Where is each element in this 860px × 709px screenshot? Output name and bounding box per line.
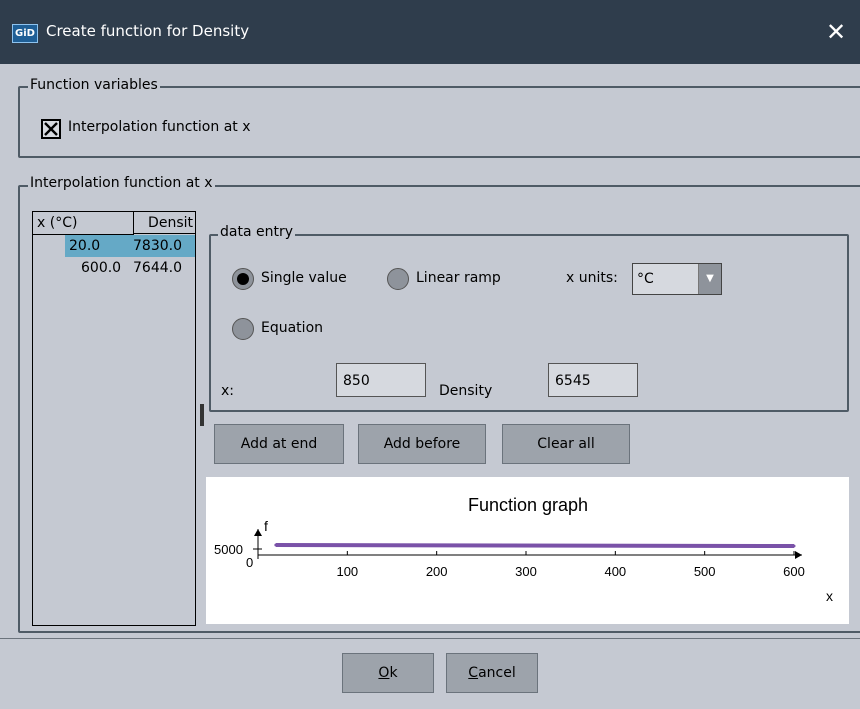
splitter-handle[interactable] (200, 404, 204, 426)
density-input[interactable]: 6545 (548, 363, 638, 397)
density-field-label: Density (439, 383, 493, 399)
x-tick-label: 100 (336, 564, 358, 579)
table-row-1-x[interactable]: 20.0 (69, 235, 100, 257)
series-point (274, 543, 278, 547)
column-header-density[interactable]: Densit (134, 212, 195, 234)
close-icon[interactable]: ✕ (814, 12, 858, 52)
add-before-label: Add before (383, 436, 461, 452)
y-axis-label: f (264, 518, 268, 534)
column-header-x[interactable]: x (°C) (33, 212, 134, 235)
x-tick-label: 200 (426, 564, 448, 579)
x-tick-label: 400 (604, 564, 626, 579)
clear-all-label: Clear all (537, 436, 595, 452)
ok-button[interactable]: Ok (342, 653, 434, 693)
cancel-button[interactable]: Cancel (446, 653, 538, 693)
single-value-label: Single value (261, 270, 347, 286)
cancel-accel: C (468, 665, 479, 681)
linear-ramp-label: Linear ramp (416, 270, 501, 286)
y-tick-label: 5000 (214, 542, 243, 557)
y-axis-arrow (254, 529, 262, 536)
x-axis-label: x (826, 588, 833, 604)
x-field-label: x: (221, 383, 235, 399)
function-graph: Function graph f x 5000 0 100 200 300 400 50… (206, 477, 849, 624)
equation-label: Equation (261, 320, 324, 336)
add-at-end-label: Add at end (240, 436, 318, 452)
x-units-value: °C (637, 271, 654, 287)
x-tick-label: 500 (694, 564, 716, 579)
table-row-2-x[interactable]: 600.0 (81, 257, 121, 279)
check-x-icon (44, 122, 58, 136)
title-bar: GiD Create function for Density ✕ (0, 0, 860, 64)
ok-accel: O (378, 665, 390, 681)
add-before-button[interactable]: Add before (358, 424, 486, 464)
origin-label: 0 (246, 555, 253, 570)
chevron-down-icon[interactable]: ▼ (698, 264, 721, 294)
clear-all-button[interactable]: Clear all (502, 424, 630, 464)
footer-separator (0, 638, 860, 639)
add-at-end-button[interactable]: Add at end (214, 424, 344, 464)
function-variables-legend: Function variables (28, 77, 160, 93)
ok-label-rest: k (389, 665, 398, 681)
chart-title: Function graph (468, 495, 588, 515)
x-tick-label: 300 (515, 564, 537, 579)
interpolation-legend: Interpolation function at x (28, 175, 215, 191)
series-line (275, 543, 795, 548)
values-table[interactable]: x (°C) Densit 20.0 7830.0 600.0 7644.0 (32, 211, 196, 626)
cancel-label-rest: ancel (478, 665, 516, 681)
x-units-label: x units: (566, 270, 618, 286)
interpolation-checkbox-label: Interpolation function at x (68, 119, 251, 135)
chart-series (274, 543, 796, 548)
gid-app-icon: GiD (12, 24, 38, 43)
data-entry-legend: data entry (218, 224, 296, 240)
series-point (792, 544, 796, 548)
x-units-dropdown[interactable]: °C ▼ (632, 263, 722, 295)
table-row-1-value[interactable]: 7830.0 (133, 235, 182, 257)
x-tick-label: 600 (783, 564, 805, 579)
x-input[interactable]: 850 (336, 363, 426, 397)
linear-ramp-radio[interactable] (387, 268, 409, 290)
window-title: Create function for Density (46, 22, 250, 40)
equation-radio[interactable] (232, 318, 254, 340)
interpolation-checkbox[interactable] (41, 119, 61, 139)
table-row-2-value[interactable]: 7644.0 (133, 257, 182, 279)
function-graph-svg: Function graph f x 5000 0 100 200 300 400 50… (214, 495, 833, 604)
x-axis-arrow (795, 551, 802, 559)
single-value-radio[interactable] (232, 268, 254, 290)
